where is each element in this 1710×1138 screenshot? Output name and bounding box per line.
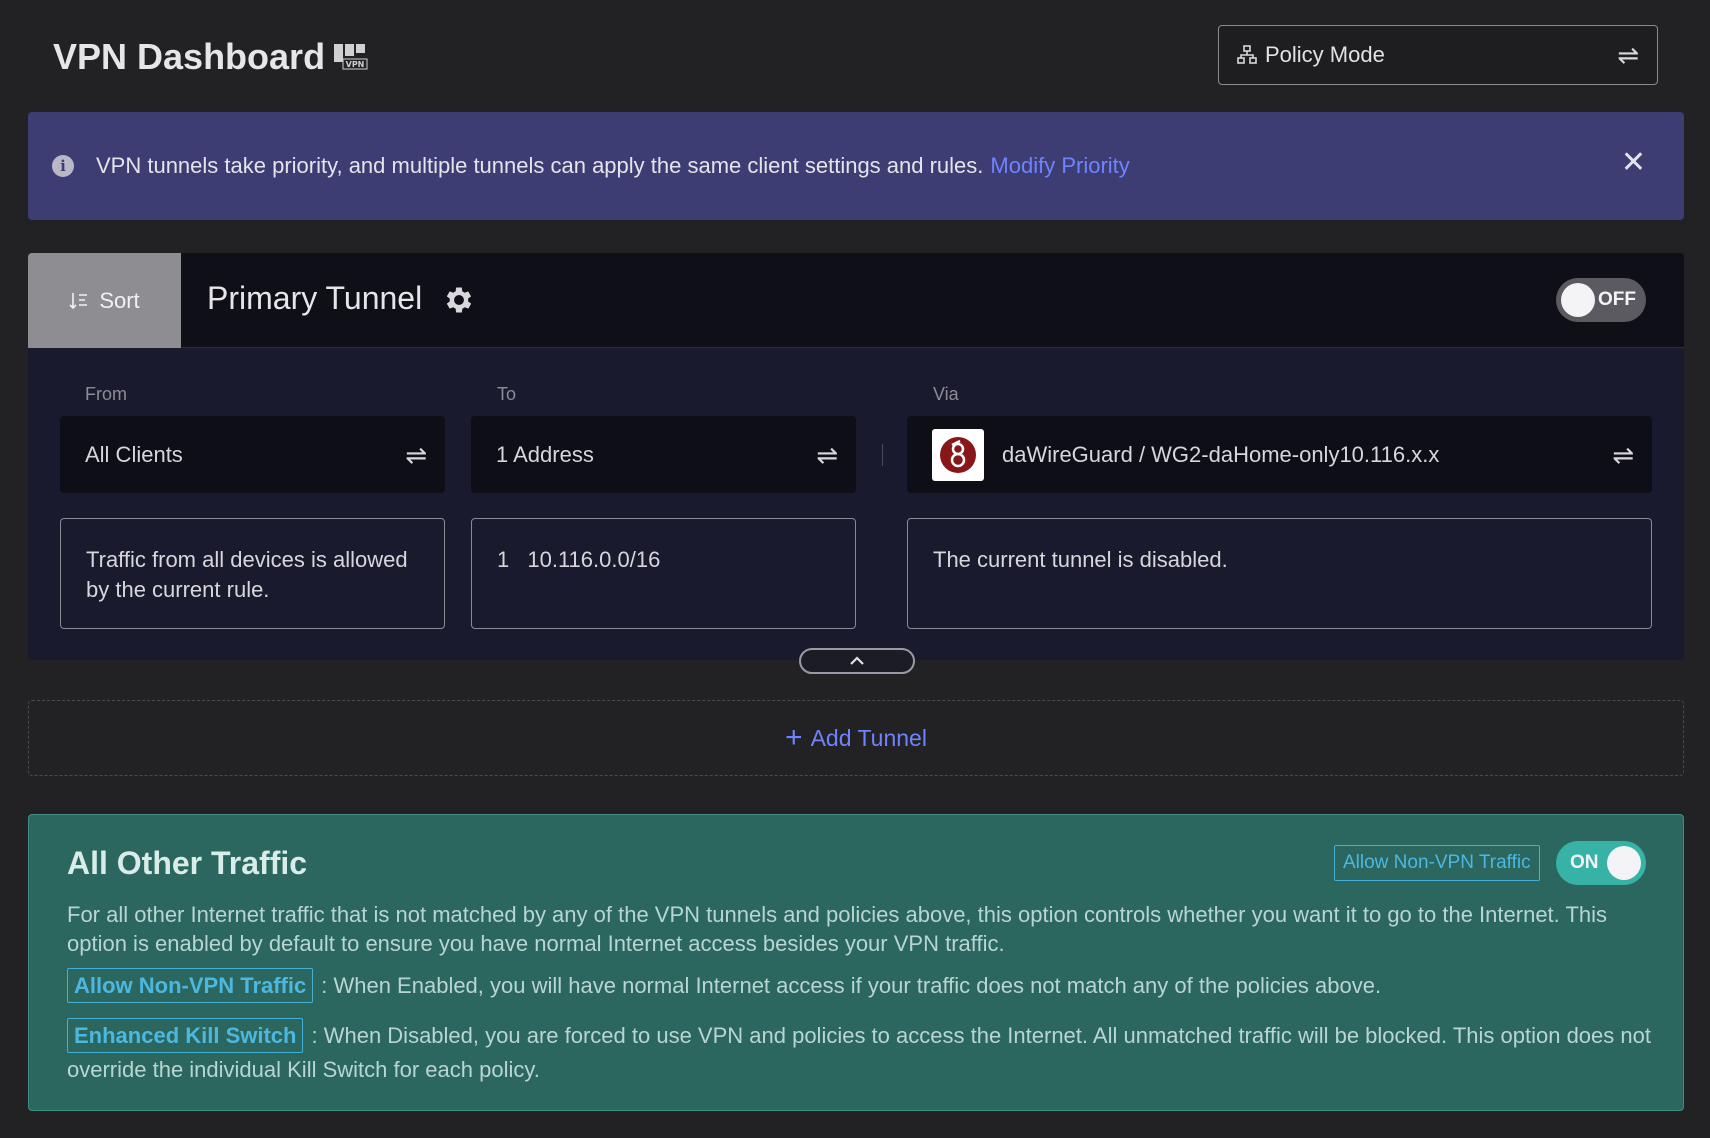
network-icon bbox=[1237, 45, 1257, 64]
allow-non-vpn-toggle[interactable]: ON bbox=[1556, 841, 1646, 885]
allow-non-vpn-tag: Allow Non-VPN Traffic bbox=[1334, 845, 1540, 881]
divider bbox=[882, 444, 883, 466]
via-select[interactable]: daWireGuard / WG2-daHome-only10.116.x.x … bbox=[907, 416, 1652, 493]
page-header: VPN Dashboard VPN Policy Mode ⇌ bbox=[0, 0, 1710, 112]
tunnel-header: Sort Primary Tunnel OFF bbox=[28, 253, 1684, 348]
banner-text: VPN tunnels take priority, and multiple … bbox=[96, 153, 984, 178]
from-description: Traffic from all devices is allowed by t… bbox=[60, 518, 445, 629]
definition-text: : When Enabled, you will have normal Int… bbox=[321, 973, 1382, 998]
address-index: 1 bbox=[497, 547, 510, 572]
via-description: The current tunnel is disabled. bbox=[907, 518, 1652, 629]
vpn-badge-icon: VPN bbox=[334, 44, 368, 70]
policy-mode-label: Policy Mode bbox=[1265, 42, 1385, 67]
page-title: VPN Dashboard bbox=[53, 36, 326, 77]
other-title: All Other Traffic bbox=[67, 845, 308, 881]
info-banner: i VPN tunnels take priority, and multipl… bbox=[28, 112, 1684, 220]
definition-kill-switch: Enhanced Kill Switch: When Disabled, you… bbox=[67, 1018, 1657, 1086]
add-tunnel-button[interactable]: + Add Tunnel bbox=[28, 700, 1684, 776]
tunnel-toggle[interactable]: OFF bbox=[1556, 278, 1646, 322]
address-value: 10.116.0.0/16 bbox=[527, 547, 661, 572]
toggle-knob bbox=[1607, 846, 1641, 880]
gear-icon[interactable] bbox=[442, 283, 476, 317]
to-select[interactable]: 1 Address ⇌ bbox=[471, 416, 856, 493]
swap-icon: ⇌ bbox=[1617, 40, 1639, 70]
definition-text: : When Disabled, you are forced to use V… bbox=[67, 1023, 1651, 1082]
chevron-up-icon bbox=[850, 656, 864, 665]
swap-icon: ⇌ bbox=[816, 439, 838, 470]
plus-icon: + bbox=[785, 721, 803, 754]
other-toggle-label: ON bbox=[1570, 852, 1599, 873]
via-value: daWireGuard / WG2-daHome-only10.116.x.x bbox=[1002, 441, 1440, 467]
via-label: Via bbox=[933, 384, 959, 404]
close-icon[interactable]: ✕ bbox=[1621, 148, 1646, 178]
policy-mode-select[interactable]: Policy Mode ⇌ bbox=[1218, 25, 1658, 85]
toggle-knob bbox=[1561, 283, 1595, 317]
from-label: From bbox=[85, 384, 127, 404]
swap-icon: ⇌ bbox=[1612, 439, 1634, 470]
to-label: To bbox=[497, 384, 517, 404]
all-other-traffic-panel: All Other Traffic Allow Non-VPN Traffic … bbox=[28, 814, 1684, 1111]
sort-button[interactable]: Sort bbox=[28, 253, 181, 348]
from-value: All Clients bbox=[85, 441, 183, 467]
sort-label: Sort bbox=[99, 287, 140, 313]
definition-tag: Enhanced Kill Switch bbox=[67, 1018, 304, 1053]
tunnel-card: Sort Primary Tunnel OFF From To Via All … bbox=[28, 253, 1684, 660]
wireguard-logo-icon bbox=[932, 428, 984, 481]
to-description: 1 10.116.0.0/16 bbox=[471, 518, 856, 629]
add-tunnel-label: Add Tunnel bbox=[810, 724, 927, 751]
sort-icon bbox=[69, 292, 88, 309]
swap-icon: ⇌ bbox=[405, 439, 427, 470]
info-icon: i bbox=[52, 155, 74, 177]
modify-priority-link[interactable]: Modify Priority bbox=[990, 153, 1129, 179]
tunnel-name: Primary Tunnel bbox=[207, 280, 423, 316]
from-select[interactable]: All Clients ⇌ bbox=[60, 416, 445, 493]
svg-text:VPN: VPN bbox=[346, 60, 365, 69]
definition-allow-non-vpn: Allow Non-VPN Traffic : When Enabled, you… bbox=[67, 968, 1657, 1003]
tunnel-toggle-label: OFF bbox=[1598, 289, 1636, 310]
other-description: For all other Internet traffic that is n… bbox=[67, 902, 1608, 956]
definition-tag: Allow Non-VPN Traffic bbox=[67, 968, 314, 1003]
collapse-button[interactable] bbox=[799, 648, 915, 674]
to-value: 1 Address bbox=[496, 441, 594, 467]
